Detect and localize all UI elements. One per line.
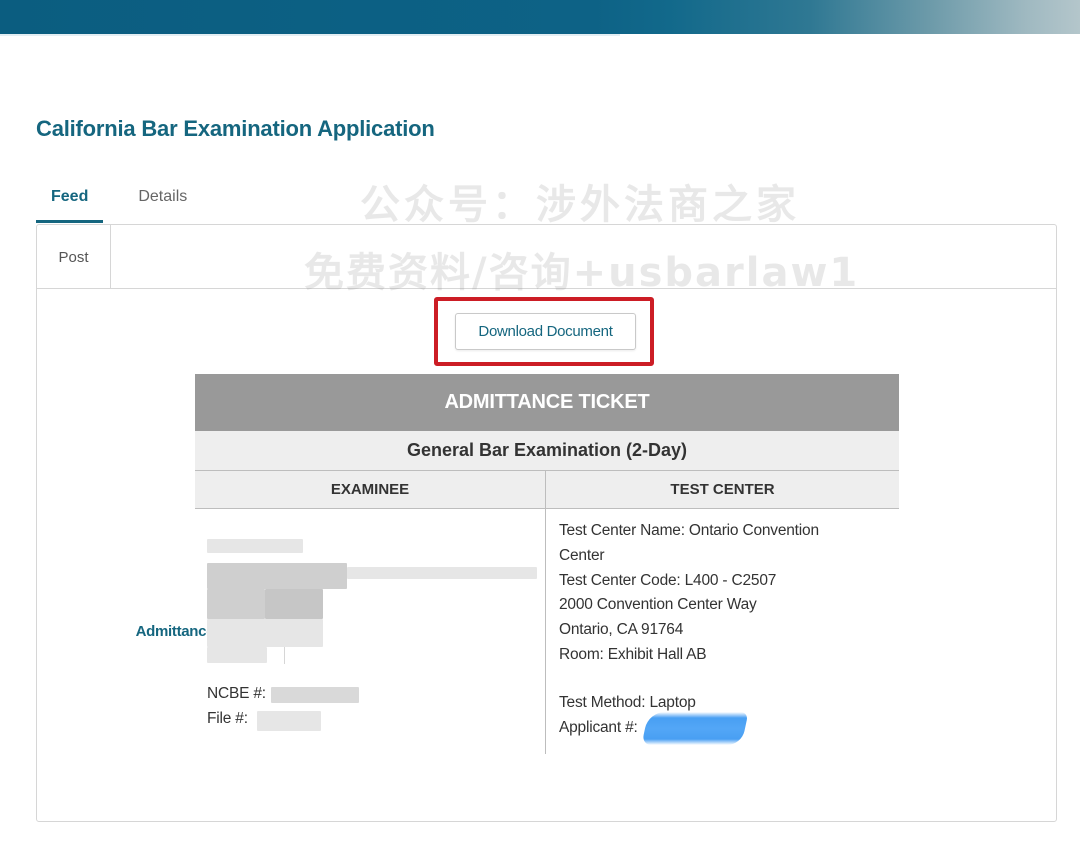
test-center-city: Ontario, CA 91764 — [559, 621, 684, 639]
redacted-ncbe — [271, 687, 359, 703]
sub-tabs: Post Admittance Ticket — [37, 225, 1056, 664]
examinee-details: NCBE #: File #: — [195, 509, 546, 754]
test-center-name: Test Center Name: Ontario Convention — [559, 522, 819, 539]
tab-feed[interactable]: Feed — [36, 183, 104, 223]
ticket-exam-name: General Bar Examination (2-Day) — [195, 431, 899, 471]
redacted-address-line — [347, 567, 537, 579]
test-center-name-cont: Center — [559, 546, 605, 564]
redacted-file — [257, 711, 321, 731]
page-title: California Bar Examination Application — [36, 116, 435, 141]
top-banner — [0, 0, 1080, 36]
admittance-ticket: ADMITTANCE TICKET General Bar Examinatio… — [195, 374, 899, 754]
redaction-scribble — [641, 712, 749, 745]
redacted-address-line — [207, 589, 265, 619]
file-label: File #: — [207, 710, 248, 727]
ticket-body: NCBE #: File #: Test Center Name: Ontari… — [195, 509, 899, 754]
file-number: File #: — [207, 710, 248, 728]
redacted-address-line — [265, 589, 323, 619]
redacted-address-line — [207, 619, 323, 647]
main-tabs: Feed Details — [36, 183, 202, 223]
ncbe-number: NCBE #: — [207, 685, 266, 703]
test-center-header: TEST CENTER — [670, 481, 775, 498]
tab-details[interactable]: Details — [123, 183, 202, 223]
download-document-button[interactable]: Download Document — [455, 313, 636, 350]
redacted-address-line — [207, 647, 267, 663]
test-center-code: Test Center Code: L400 - C2507 — [559, 571, 777, 589]
banner-edge — [0, 34, 620, 36]
ticket-column-headers: EXAMINEE TEST CENTER — [195, 471, 899, 509]
examinee-header: EXAMINEE — [195, 471, 546, 508]
redacted-name — [207, 539, 303, 553]
subtab-post[interactable]: Post — [37, 225, 111, 289]
test-center-room: Room: Exhibit Hall AB — [559, 645, 707, 663]
ncbe-label: NCBE #: — [207, 685, 266, 702]
watermark-line-1: 公众号：涉外法商之家 — [360, 182, 800, 228]
test-center-street: 2000 Convention Center Way — [559, 596, 757, 614]
redacted-address-line — [207, 563, 347, 589]
ticket-header: ADMITTANCE TICKET — [195, 374, 899, 431]
